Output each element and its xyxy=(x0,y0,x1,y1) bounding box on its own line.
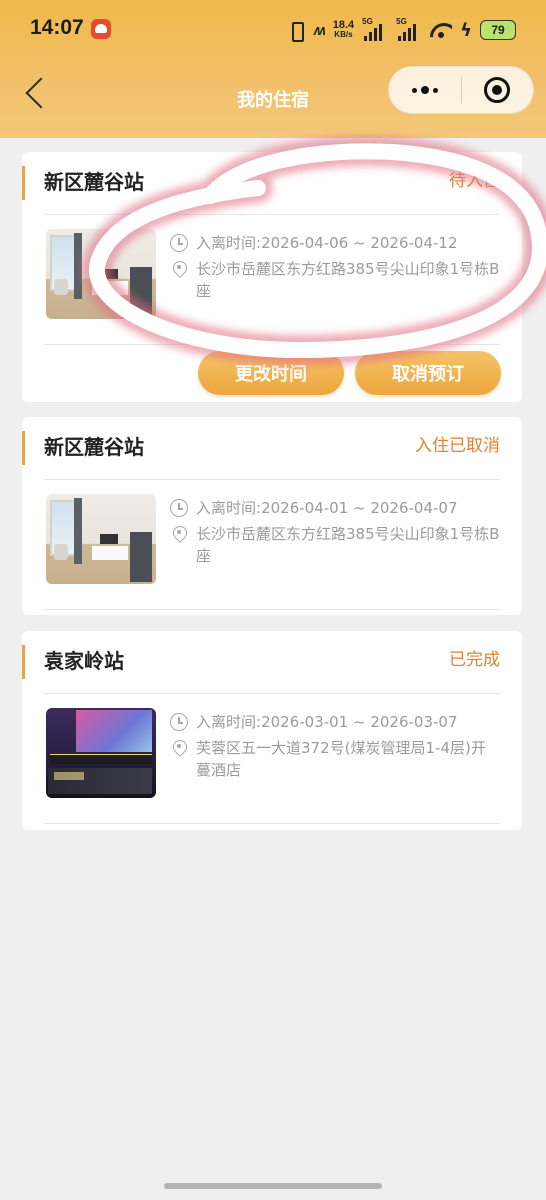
station-name: 新区麓谷站 xyxy=(44,170,144,194)
address: 长沙市岳麓区东方红路385号尖山印象1号栋B座 xyxy=(196,260,500,300)
booking-status: 已完成 xyxy=(449,650,500,670)
booking-info: 入离时间:2026-04-01 ~ 2026-04-07 长沙市岳麓区东方红路3… xyxy=(170,497,500,567)
room-photo[interactable] xyxy=(46,229,156,319)
home-indicator[interactable] xyxy=(164,1183,382,1189)
date-row: 入离时间:2026-04-01 ~ 2026-04-07 xyxy=(170,497,500,519)
clock-icon xyxy=(170,234,188,252)
address: 长沙市岳麓区东方红路385号尖山印象1号栋B座 xyxy=(196,525,500,565)
address-row: 长沙市岳麓区东方红路385号尖山印象1号栋B座 xyxy=(170,258,500,302)
date-row: 入离时间:2026-04-06 ~ 2026-04-12 xyxy=(170,232,500,254)
card-header: 新区麓谷站 入住已取消 xyxy=(22,417,522,479)
target-close-icon xyxy=(484,77,511,103)
location-pin-icon xyxy=(170,260,188,278)
booking-info: 入离时间:2026-04-06 ~ 2026-04-12 长沙市岳麓区东方红路3… xyxy=(170,232,500,302)
booking-info: 入离时间:2026-03-01 ~ 2026-03-07 芙蓉区五一大道372号… xyxy=(170,711,500,781)
battery-icon: 79 xyxy=(480,20,516,40)
divider xyxy=(44,214,500,215)
clock-icon xyxy=(170,499,188,517)
booking-card[interactable]: 袁家岭站 已完成 入离时间:2026-03-01 ~ 2026-03-07 芙蓉… xyxy=(22,631,522,830)
divider xyxy=(44,693,500,694)
station-name: 袁家岭站 xyxy=(44,649,124,673)
divider xyxy=(44,479,500,480)
mini-program-capsule xyxy=(388,66,534,114)
card-header: 袁家岭站 已完成 xyxy=(22,631,522,693)
booking-status: 入住已取消 xyxy=(415,436,500,456)
network-speed-unit: KB/s xyxy=(334,30,353,39)
room-photo[interactable] xyxy=(46,494,156,584)
station-name: 新区麓谷站 xyxy=(44,435,144,459)
network-speed: 18.4 KB/s xyxy=(333,20,354,40)
status-bar: 14:07 ʍ 18.4 KB/s 5G 5G ϟ 79 xyxy=(0,0,546,60)
close-mini-program-button[interactable] xyxy=(462,66,534,114)
vibrate-icon xyxy=(286,20,306,42)
divider xyxy=(44,609,500,610)
date-range: 2026-03-01 ~ 2026-03-07 xyxy=(261,713,458,731)
change-time-button[interactable]: 更改时间 xyxy=(198,351,344,395)
booking-card[interactable]: 新区麓谷站 入住已取消 入离时间:2026-04-01 ~ 2026-04-07… xyxy=(22,417,522,615)
hotel-photo[interactable] xyxy=(46,708,156,798)
notification-app-icon xyxy=(91,19,111,39)
accent-bar xyxy=(22,645,25,679)
date-label: 入离时间: xyxy=(196,713,262,731)
date-label: 入离时间: xyxy=(196,499,262,517)
divider xyxy=(44,823,500,824)
card-header: 新区麓谷站 待入住 xyxy=(22,152,522,214)
status-time: 14:07 xyxy=(30,16,84,39)
location-pin-icon xyxy=(170,525,188,543)
wifi-icon xyxy=(430,21,452,39)
carrier-icon: ʍ xyxy=(314,21,326,39)
location-pin-icon xyxy=(170,739,188,757)
date-label: 入离时间: xyxy=(196,234,262,252)
cancel-booking-button[interactable]: 取消预订 xyxy=(355,351,501,395)
date-row: 入离时间:2026-03-01 ~ 2026-03-07 xyxy=(170,711,500,733)
more-menu-button[interactable] xyxy=(389,66,461,114)
date-range: 2026-04-06 ~ 2026-04-12 xyxy=(261,234,458,252)
address-row: 芙蓉区五一大道372号(煤炭管理局1-4层)开蔓酒店 xyxy=(170,737,500,781)
address-row: 长沙市岳麓区东方红路385号尖山印象1号栋B座 xyxy=(170,523,500,567)
status-icons: ʍ 18.4 KB/s 5G 5G ϟ 79 xyxy=(286,17,516,43)
signal-icon-2: 5G xyxy=(396,17,422,41)
nav-bar: 我的住宿 xyxy=(0,60,546,138)
charging-icon: ϟ xyxy=(460,19,472,41)
clock-icon xyxy=(170,713,188,731)
accent-bar xyxy=(22,166,25,200)
network-speed-value: 18.4 xyxy=(332,19,355,31)
signal-icon: 5G xyxy=(362,17,388,41)
booking-card[interactable]: 新区麓谷站 待入住 入离时间:2026-04-06 ~ 2026-04-12 长… xyxy=(22,152,522,402)
date-range: 2026-04-01 ~ 2026-04-07 xyxy=(261,499,458,517)
booking-status: 待入住 xyxy=(449,171,500,191)
divider xyxy=(44,344,500,345)
header: 14:07 ʍ 18.4 KB/s 5G 5G ϟ 79 我的住宿 xyxy=(0,0,546,138)
address: 芙蓉区五一大道372号(煤炭管理局1-4层)开蔓酒店 xyxy=(196,739,486,779)
accent-bar xyxy=(22,431,25,465)
